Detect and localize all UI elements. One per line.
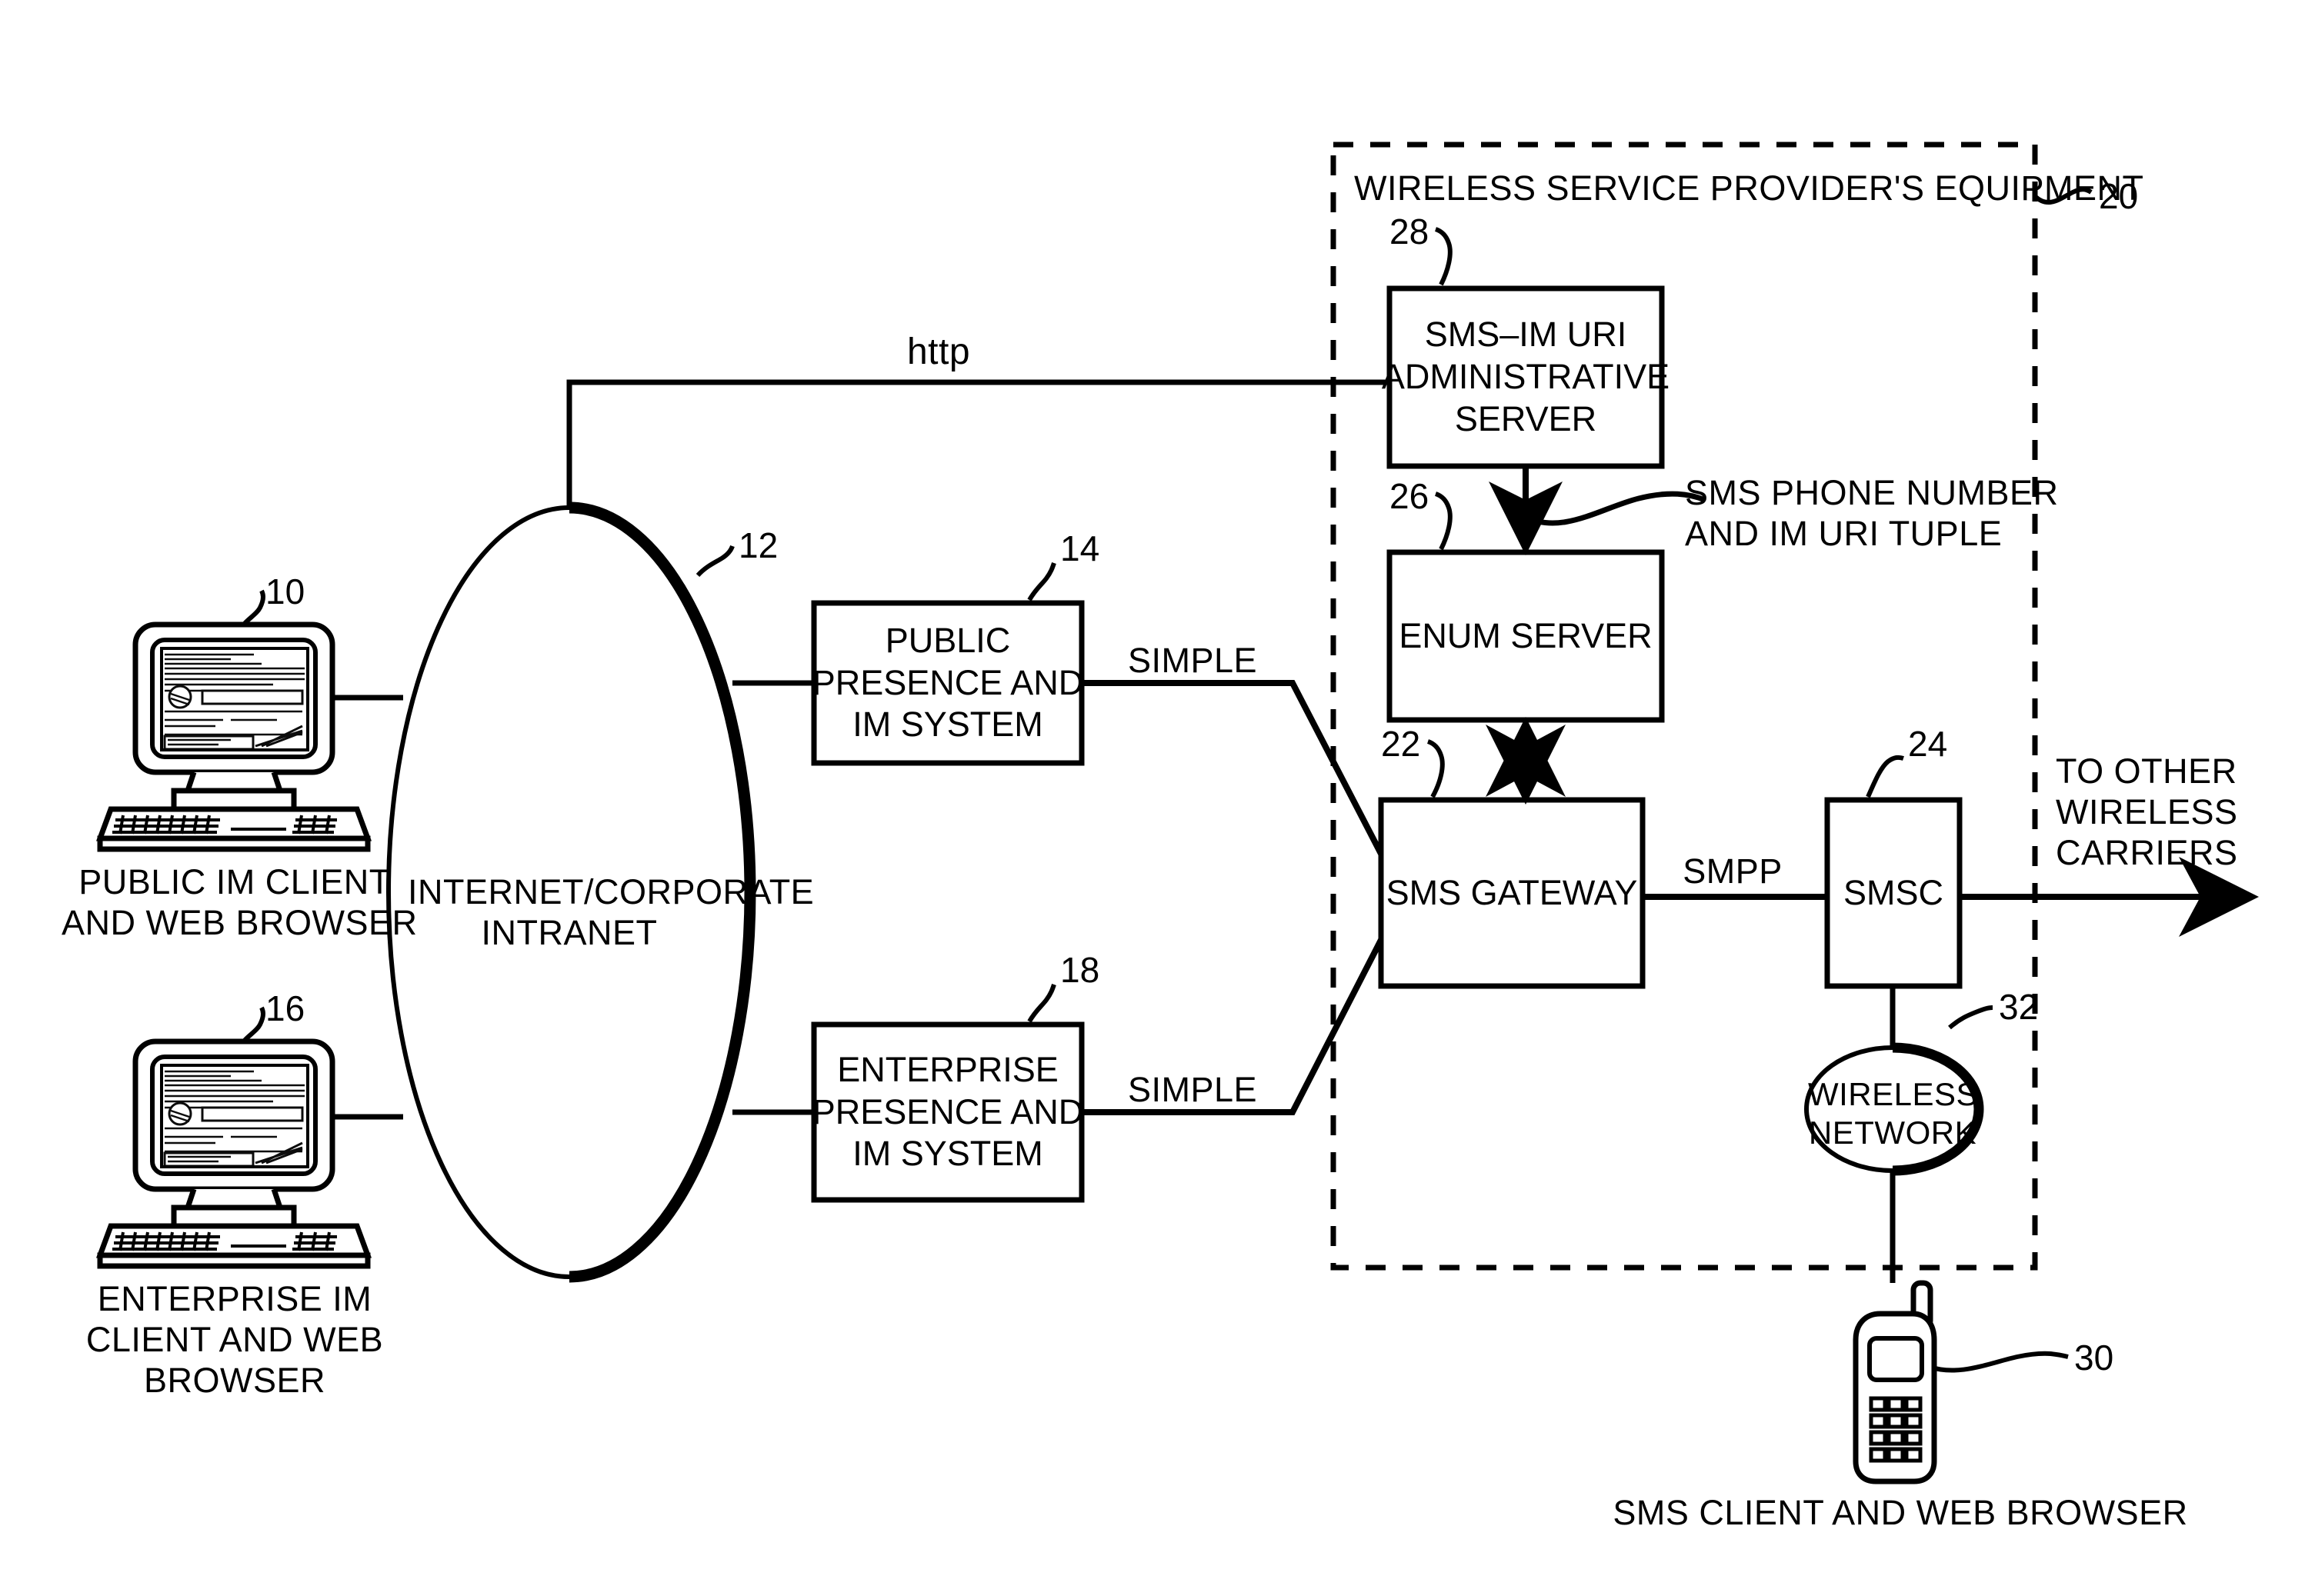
leader-22 bbox=[1426, 739, 1445, 798]
admin-server-label: SMS–IM URI ADMINISTRATIVE SERVER bbox=[1381, 315, 1670, 438]
leader-32 bbox=[1948, 1005, 1993, 1030]
patent-figure-canvas: WIRELESS SERVICE PROVIDER'S EQUIPMENT 20… bbox=[0, 0, 2305, 1596]
edge-label-simple-enterprise: SIMPLE bbox=[1127, 1070, 1258, 1109]
ref-20: 20 bbox=[2099, 176, 2139, 216]
leader-tuple-annotation bbox=[1524, 491, 1706, 526]
ref-26: 26 bbox=[1389, 476, 1429, 516]
desktop-computer-icon bbox=[95, 621, 372, 852]
mobile-phone-icon bbox=[1853, 1280, 1937, 1484]
sms-client-label: SMS CLIENT AND WEB BROWSER bbox=[1613, 1493, 2188, 1532]
ref-30: 30 bbox=[2074, 1338, 2114, 1378]
leader-28 bbox=[1434, 227, 1453, 286]
leader-12 bbox=[696, 545, 735, 578]
link-http-internet-to-admin-server bbox=[566, 379, 1389, 508]
enterprise-presence-label: ENTERPRISE PRESENCE AND IM SYSTEM bbox=[812, 1049, 1084, 1174]
tuple-annotation-label: SMS PHONE NUMBER AND IM URI TUPLE bbox=[1685, 473, 2059, 554]
enterprise-client-label: ENTERPRISE IM CLIENT AND WEB BROWSER bbox=[85, 1279, 384, 1401]
ref-22: 22 bbox=[1381, 724, 1421, 764]
desktop-computer-icon bbox=[95, 1038, 372, 1269]
leader-30 bbox=[1929, 1351, 2069, 1373]
leader-26 bbox=[1434, 491, 1453, 551]
ref-24: 24 bbox=[1908, 724, 1948, 764]
ref-18: 18 bbox=[1060, 950, 1100, 990]
smsc-label: SMSC bbox=[1843, 872, 1943, 912]
ref-12: 12 bbox=[739, 525, 779, 565]
to-other-carriers-label: TO OTHER WIRELESS CARRIERS bbox=[2056, 751, 2238, 873]
internet-cloud-label: INTERNET/CORPORATE INTRANET bbox=[408, 872, 815, 953]
ref-16: 16 bbox=[265, 988, 305, 1028]
leader-24 bbox=[1866, 755, 1904, 798]
link-simple-public-to-gateway bbox=[1082, 680, 1384, 855]
boundary-title: WIRELESS SERVICE PROVIDER'S EQUIPMENT bbox=[1354, 168, 2144, 208]
ref-14: 14 bbox=[1060, 528, 1100, 568]
leader-18 bbox=[1027, 984, 1056, 1023]
edge-label-smpp: SMPP bbox=[1683, 851, 1783, 891]
edge-label-simple-public: SIMPLE bbox=[1127, 641, 1258, 680]
ref-28: 28 bbox=[1389, 212, 1429, 252]
public-client-label: PUBLIC IM CLIENT AND WEB BROWSER bbox=[62, 862, 418, 943]
edge-label-http: http bbox=[906, 332, 971, 372]
sms-gateway-label: SMS GATEWAY bbox=[1386, 872, 1638, 912]
wireless-network-label: WIRELESS NETWORK bbox=[1808, 1076, 1979, 1151]
leader-14 bbox=[1027, 562, 1056, 601]
ref-32: 32 bbox=[1999, 987, 2039, 1027]
enum-server-label: ENUM SERVER bbox=[1399, 615, 1653, 655]
public-presence-label: PUBLIC PRESENCE AND IM SYSTEM bbox=[812, 620, 1084, 745]
ref-10: 10 bbox=[265, 571, 305, 611]
